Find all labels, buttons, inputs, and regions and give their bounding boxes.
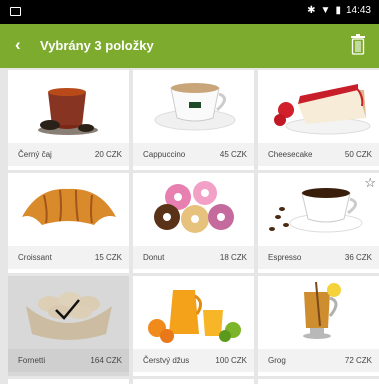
fresh-juice-image xyxy=(148,290,241,343)
espresso-image xyxy=(269,188,363,233)
product-tile-donut[interactable]: Donut 18 CZK xyxy=(133,173,254,273)
tile-label: Cheesecake 50 CZK xyxy=(258,143,379,166)
product-tile-croissant[interactable]: Croissant 15 CZK xyxy=(8,173,129,273)
product-price: 20 CZK xyxy=(94,150,122,159)
grog-image xyxy=(303,281,341,339)
trash-icon[interactable] xyxy=(350,33,366,55)
product-price: 164 CZK xyxy=(90,356,122,365)
product-name: Cheesecake xyxy=(268,150,313,159)
product-name: Espresso xyxy=(268,253,302,262)
tile-label: Cappuccino 45 CZK xyxy=(133,143,254,166)
page-title: Vybrány 3 položky xyxy=(40,38,154,53)
bluetooth-icon: ✱ xyxy=(307,5,316,16)
cappuccino-image xyxy=(154,83,236,131)
product-name: Cappuccino xyxy=(143,150,186,159)
product-price: 50 CZK xyxy=(344,150,372,159)
product-price: 15 CZK xyxy=(94,253,122,262)
product-tile-cerny-caj[interactable]: Černý čaj 20 CZK xyxy=(8,70,129,170)
product-tile-cerstvy-dzus[interactable]: Čerstvý džus 100 CZK xyxy=(133,276,254,376)
product-name: Grog xyxy=(268,356,286,365)
product-name: Fornetti xyxy=(18,356,46,365)
product-tile-cappuccino[interactable]: Cappuccino 45 CZK xyxy=(133,70,254,170)
favorite-star-icon[interactable]: ☆ xyxy=(364,175,376,191)
cheesecake-image xyxy=(274,84,371,135)
product-price: 18 CZK xyxy=(219,253,247,262)
signal-icon: ▼ xyxy=(320,5,331,16)
donut-image xyxy=(154,181,234,233)
product-price: 72 CZK xyxy=(344,356,372,365)
status-time: 14:43 xyxy=(345,5,371,16)
product-price: 100 CZK xyxy=(215,356,247,365)
back-button[interactable]: ‹ xyxy=(15,35,21,55)
product-price: 45 CZK xyxy=(219,150,247,159)
product-grid: Černý čaj 20 CZK Cappuccino 45 CZK Chees… xyxy=(0,68,379,384)
black-tea-image xyxy=(38,88,98,135)
product-tile-grog[interactable]: Grog 72 CZK xyxy=(258,276,379,376)
product-name: Černý čaj xyxy=(18,150,52,159)
tile-label: Černý čaj 20 CZK xyxy=(8,143,129,166)
app-bar: ‹ Vybrány 3 položky xyxy=(0,24,379,68)
product-tile-partial[interactable] xyxy=(133,379,254,384)
product-name: Donut xyxy=(143,253,165,262)
notification-icon xyxy=(10,7,21,16)
croissant-image xyxy=(22,188,116,225)
tile-label: Čerstvý džus 100 CZK xyxy=(133,349,254,372)
product-price: 36 CZK xyxy=(344,253,372,262)
product-name: Čerstvý džus xyxy=(143,356,190,365)
tile-label: Grog 72 CZK xyxy=(258,349,379,372)
product-tile-fornetti[interactable]: Fornetti 164 CZK xyxy=(8,276,129,376)
status-bar: ✱ ▼ ▮ 14:43 xyxy=(0,0,379,24)
product-tile-cheesecake[interactable]: Cheesecake 50 CZK xyxy=(258,70,379,170)
tile-label: Donut 18 CZK xyxy=(133,246,254,269)
product-tile-partial[interactable] xyxy=(8,379,129,384)
tile-label: Croissant 15 CZK xyxy=(8,246,129,269)
selected-check-icon xyxy=(55,299,80,320)
product-tile-partial[interactable] xyxy=(258,379,379,384)
tile-label: Espresso 36 CZK xyxy=(258,246,379,269)
product-tile-espresso[interactable]: ☆ Espresso 36 CZK xyxy=(258,173,379,273)
product-name: Croissant xyxy=(18,253,52,262)
battery-icon: ▮ xyxy=(335,5,341,16)
tile-label: Fornetti 164 CZK xyxy=(8,349,129,372)
